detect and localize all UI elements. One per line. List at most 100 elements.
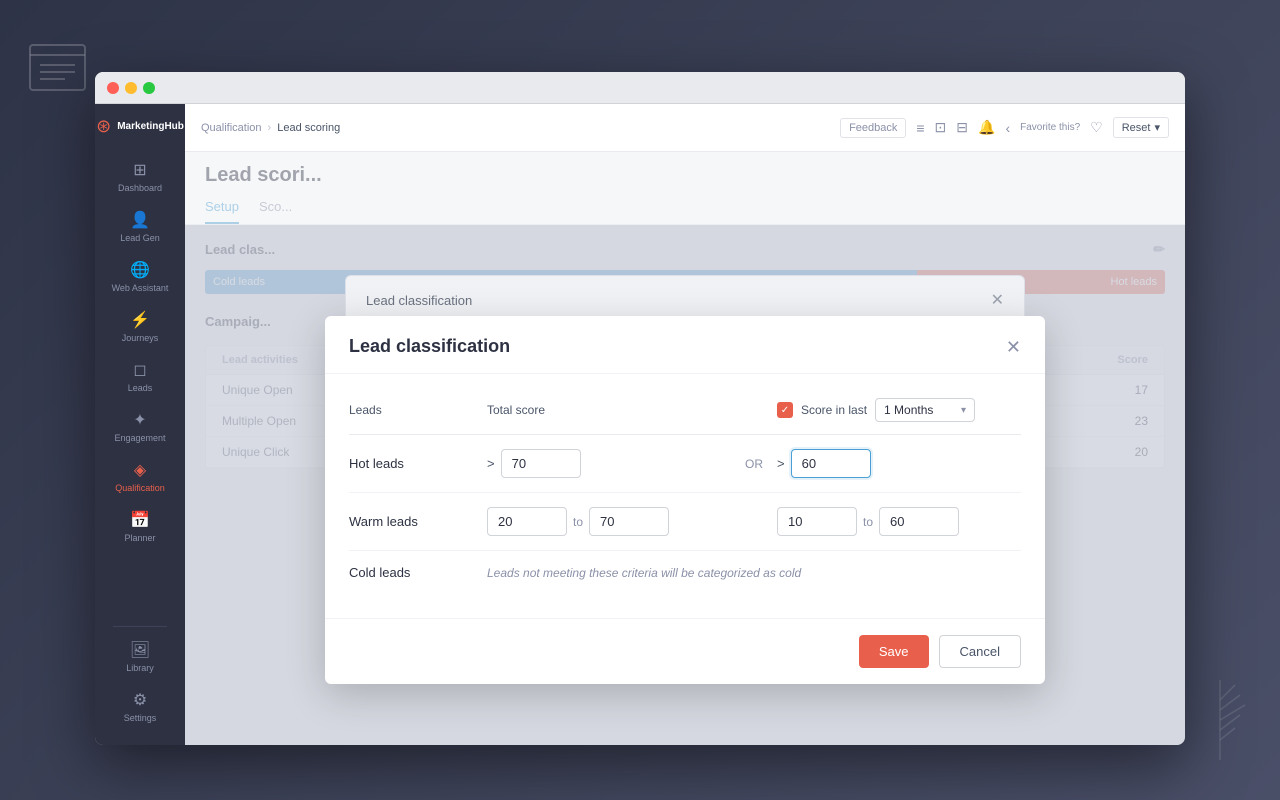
warm-leads-to-label2: to [863, 515, 873, 529]
sidebar-item-library[interactable]: 🖼 Library [95, 633, 185, 683]
settings-icon: ⚙ [133, 693, 147, 709]
hot-leads-total-score-input[interactable] [501, 449, 581, 478]
qualification-icon: ◈ [134, 463, 146, 479]
top-bar: Qualification › Lead scoring Feedback ≡ … [185, 104, 1185, 152]
col-header-leads: Leads [349, 403, 479, 417]
hot-leads-score-in-last-input[interactable] [791, 449, 871, 478]
breadcrumb-qualification: Qualification [201, 122, 262, 134]
backdrop-modal-close-icon[interactable]: ✕ [991, 290, 1004, 310]
leads-icon: ◻ [133, 363, 146, 379]
sidebar-item-qualification[interactable]: ◈ Qualification [95, 453, 185, 503]
col-header-total-score: Total score [487, 403, 731, 417]
bell-icon[interactable]: 🔔 [978, 119, 995, 136]
main-content: Qualification › Lead scoring Feedback ≡ … [185, 104, 1185, 745]
reset-button[interactable]: Reset ▾ [1113, 117, 1169, 138]
tab-setup[interactable]: Setup [205, 199, 239, 224]
journeys-icon: ⚡ [130, 313, 150, 329]
sidebar-divider [113, 626, 167, 627]
list-icon[interactable]: ≡ [916, 120, 924, 136]
app-logo: ⊛ MarketingHub [95, 116, 185, 137]
hot-leads-total-score-inputs: > [487, 449, 731, 478]
sidebar-item-engagement[interactable]: ✦ Engagement [95, 403, 185, 453]
favorite-label: Favorite this? [1020, 122, 1080, 133]
chevron-left-icon[interactable]: ‹ [1005, 120, 1010, 136]
score-in-last-checkbox[interactable] [777, 402, 793, 418]
modal-header: Lead classification ✕ [325, 316, 1045, 374]
warm-leads-row: Warm leads to to [349, 493, 1021, 551]
sidebar-label-planner: Planner [124, 533, 155, 543]
warm-leads-score-to-input[interactable] [879, 507, 959, 536]
sidebar-label-web-assistant: Web Assistant [112, 283, 169, 293]
chevron-down-icon: ▾ [1154, 121, 1160, 134]
warm-leads-total-score-inputs: to [487, 507, 731, 536]
app-layout: ⊛ MarketingHub ⊞ Dashboard 👤 Lead Gen 🌐 … [95, 104, 1185, 745]
content-area: Lead clas... ✏ Cold leads Hot leads Camp… [185, 225, 1185, 745]
hot-leads-label: Hot leads [349, 456, 479, 471]
hot-leads-operator: > [487, 456, 495, 471]
sidebar-item-planner[interactable]: 📅 Planner [95, 503, 185, 553]
sidebar-label-library: Library [126, 663, 154, 673]
modal-close-button[interactable]: ✕ [1006, 338, 1021, 356]
score-in-last-header: Score in last 1 Months ▾ [777, 398, 1021, 422]
lead-gen-icon: 👤 [130, 213, 150, 229]
sidebar-item-settings[interactable]: ⚙ Settings [95, 683, 185, 733]
modal-body: Leads Total score Score in last 1 Months… [325, 374, 1045, 618]
sidebar-item-journeys[interactable]: ⚡ Journeys [95, 303, 185, 353]
sidebar: ⊛ MarketingHub ⊞ Dashboard 👤 Lead Gen 🌐 … [95, 104, 185, 745]
col-header-score-in-last: Score in last [801, 403, 867, 417]
heart-icon[interactable]: ♡ [1090, 119, 1103, 136]
planner-icon: 📅 [130, 513, 150, 529]
sidebar-label-journeys: Journeys [122, 333, 159, 343]
modal-footer: Save Cancel [325, 618, 1045, 684]
sidebar-label-engagement: Engagement [114, 433, 165, 443]
app-name: MarketingHub [117, 121, 184, 132]
folder-icon[interactable]: ⊡ [935, 119, 947, 136]
calendar-icon[interactable]: ⊟ [956, 119, 968, 136]
warm-leads-label: Warm leads [349, 514, 479, 529]
breadcrumb: Qualification › Lead scoring [201, 122, 340, 134]
modal-table-headers: Leads Total score Score in last 1 Months… [349, 398, 1021, 435]
deco-topleft-icon [20, 30, 100, 110]
months-dropdown[interactable]: 1 Months ▾ [875, 398, 975, 422]
sidebar-item-web-assistant[interactable]: 🌐 Web Assistant [95, 253, 185, 303]
sidebar-label-lead-gen: Lead Gen [120, 233, 160, 243]
breadcrumb-lead-scoring: Lead scoring [277, 122, 340, 134]
sidebar-label-qualification: Qualification [115, 483, 165, 493]
engagement-icon: ✦ [133, 413, 146, 429]
modal: Lead classification ✕ Leads Total score [325, 316, 1045, 684]
cancel-button[interactable]: Cancel [939, 635, 1021, 668]
deco-bottomright-icon [1180, 680, 1260, 780]
window-dot-red[interactable] [107, 82, 119, 94]
save-button[interactable]: Save [859, 635, 929, 668]
logo-icon: ⊛ [96, 116, 111, 137]
backdrop-modal-title: Lead classification [366, 293, 472, 308]
page-header: Lead scori... Setup Sco... [185, 152, 1185, 225]
window-dot-green[interactable] [143, 82, 155, 94]
months-value: 1 Months [884, 403, 933, 417]
sidebar-item-leads[interactable]: ◻ Leads [95, 353, 185, 403]
cold-leads-label: Cold leads [349, 565, 479, 580]
page-tabs: Setup Sco... [205, 199, 1165, 224]
browser-chrome [95, 72, 1185, 104]
sidebar-label-dashboard: Dashboard [118, 183, 162, 193]
hot-leads-score-in-last-inputs: > [777, 449, 1021, 478]
warm-leads-from-input[interactable] [487, 507, 567, 536]
sidebar-bottom: 🖼 Library ⚙ Settings [95, 620, 185, 745]
sidebar-item-dashboard[interactable]: ⊞ Dashboard [95, 153, 185, 203]
tab-sco[interactable]: Sco... [259, 199, 292, 224]
hot-leads-score-operator: > [777, 456, 785, 471]
browser-window: ⊛ MarketingHub ⊞ Dashboard 👤 Lead Gen 🌐 … [95, 72, 1185, 745]
library-icon: 🖼 [130, 643, 150, 659]
sidebar-label-leads: Leads [128, 383, 153, 393]
feedback-button[interactable]: Feedback [840, 118, 906, 138]
breadcrumb-sep: › [268, 122, 272, 134]
cold-leads-description: Leads not meeting these criteria will be… [487, 566, 1021, 580]
warm-leads-to-input[interactable] [589, 507, 669, 536]
modal-overlay: Lead classification ✕ Lead classificatio… [185, 225, 1185, 745]
window-dot-yellow[interactable] [125, 82, 137, 94]
hot-leads-row: Hot leads > OR > [349, 435, 1021, 493]
dashboard-icon: ⊞ [133, 163, 146, 179]
cold-leads-row: Cold leads Leads not meeting these crite… [349, 551, 1021, 594]
sidebar-item-lead-gen[interactable]: 👤 Lead Gen [95, 203, 185, 253]
warm-leads-score-from-input[interactable] [777, 507, 857, 536]
